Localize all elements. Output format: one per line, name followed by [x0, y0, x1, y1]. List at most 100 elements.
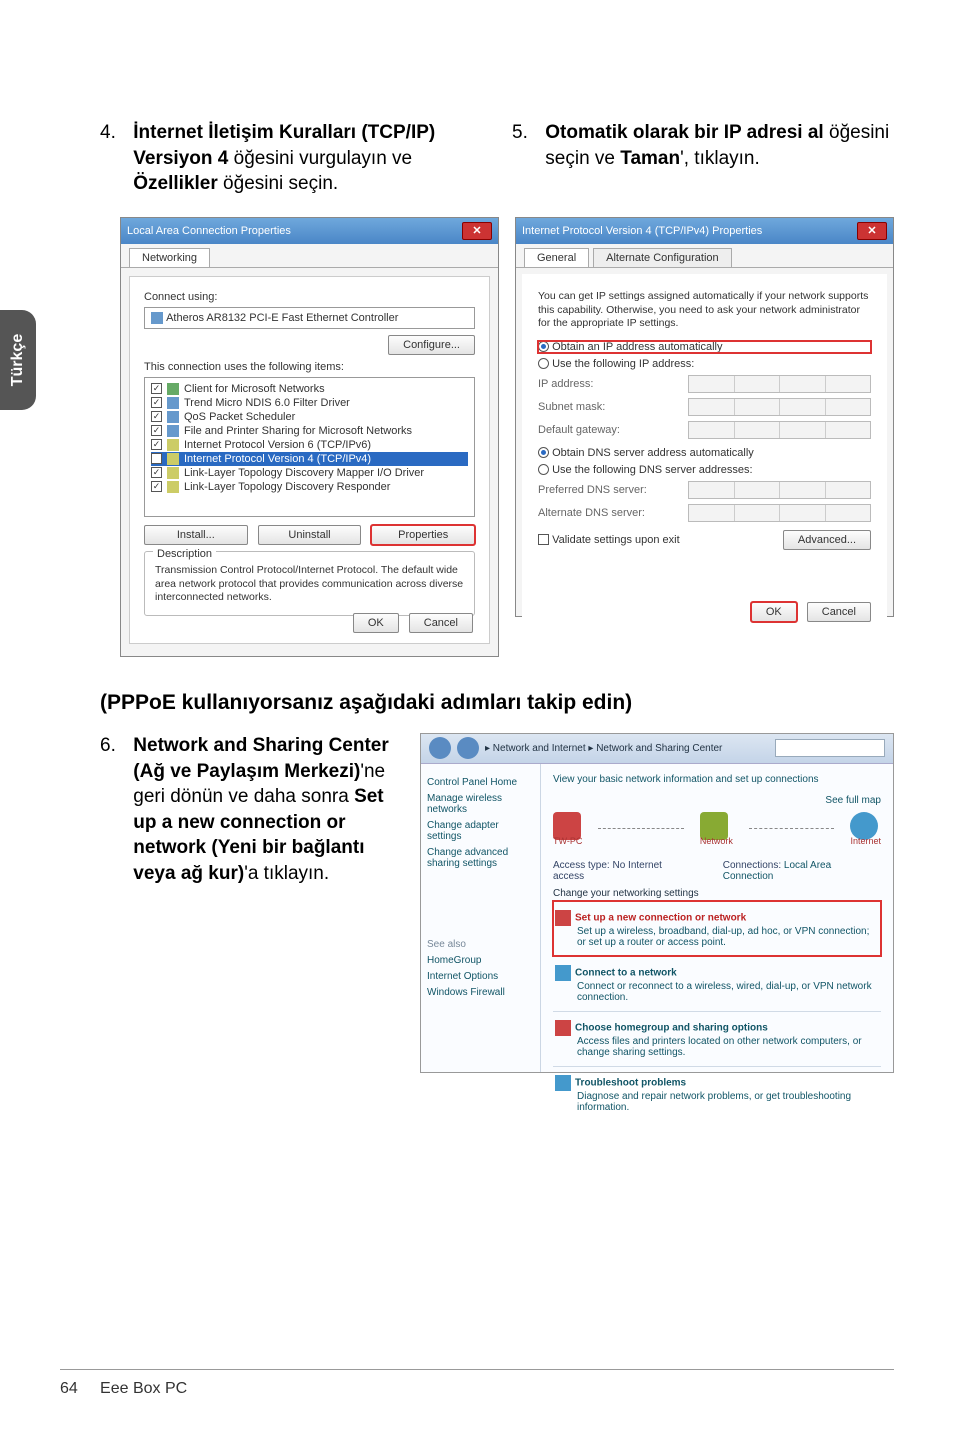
adns-label: Alternate DNS server: [538, 507, 688, 519]
tab-networking[interactable]: Networking [129, 248, 210, 267]
connect-using-label: Connect using: [144, 291, 475, 303]
obtain-ip-auto-row[interactable]: Obtain an IP address automatically [538, 341, 871, 353]
close-icon[interactable]: ✕ [857, 222, 887, 240]
obtain-dns-auto-label: Obtain DNS server address automatically [552, 447, 754, 459]
use-ip-row[interactable]: Use the following IP address: [538, 358, 871, 370]
checkbox-icon[interactable]: ✓ [151, 425, 162, 436]
dlg2-title: Internet Protocol Version 4 (TCP/IPv4) P… [522, 225, 762, 237]
sidebar-item[interactable]: Change adapter settings [427, 820, 534, 842]
tab-alternate[interactable]: Alternate Configuration [593, 248, 732, 267]
cancel-button[interactable]: Cancel [807, 602, 871, 622]
list-item: ✓Trend Micro NDIS 6.0 Filter Driver [151, 396, 468, 410]
step-4-number: 4. [100, 120, 128, 146]
list-item: ✓Client for Microsoft Networks [151, 382, 468, 396]
troubleshoot-title: Troubleshoot problems [575, 1078, 686, 1089]
dlg1-tabs: Networking [121, 244, 498, 268]
sidebar-item[interactable]: Internet Options [427, 971, 534, 982]
checkbox-icon[interactable]: ✓ [151, 397, 162, 408]
connect-title: Connect to a network [575, 968, 677, 979]
fileshare-icon [167, 425, 179, 437]
step-5-bold-2: Taman [620, 148, 680, 169]
lan-properties-dialog: Local Area Connection Properties ✕ Netwo… [120, 217, 499, 657]
checkbox-icon[interactable]: ✓ [151, 411, 162, 422]
lltd-mapper-icon [167, 467, 179, 479]
step-6-text-2: 'a tıklayın. [244, 863, 329, 884]
description-text: Transmission Control Protocol/Internet P… [155, 564, 464, 605]
sidebar-item[interactable]: Control Panel Home [427, 777, 534, 788]
qos-icon [167, 411, 179, 423]
ok-button[interactable]: OK [751, 602, 797, 622]
dlg1-title: Local Area Connection Properties [127, 225, 291, 237]
checkbox-icon[interactable]: ✓ [151, 467, 162, 478]
step-4: 4. İnternet İletişim Kuralları (TCP/IP) … [100, 120, 482, 197]
setup-new-connection-block[interactable]: Set up a new connection or network Set u… [553, 901, 881, 956]
breadcrumb[interactable]: ▸ Network and Internet ▸ Network and Sha… [485, 743, 769, 754]
checkbox-icon[interactable]: ✓ [151, 383, 162, 394]
uninstall-button[interactable]: Uninstall [258, 525, 362, 545]
list-item: ✓Link-Layer Topology Discovery Responder [151, 480, 468, 494]
obtain-dns-auto-row[interactable]: Obtain DNS server address automatically [538, 447, 871, 459]
radio-icon[interactable] [538, 341, 549, 352]
properties-button[interactable]: Properties [371, 525, 475, 545]
cancel-button[interactable]: Cancel [409, 613, 473, 633]
access-type-label: Access type: [553, 860, 610, 871]
page-footer: 64 Eee Box PC [60, 1369, 894, 1398]
use-dns-row[interactable]: Use the following DNS server addresses: [538, 464, 871, 476]
advanced-button[interactable]: Advanced... [783, 530, 871, 550]
ipv6-icon [167, 439, 179, 451]
network-map: TW-PC Network Internet [553, 812, 881, 846]
dlg1-titlebar: Local Area Connection Properties ✕ [121, 218, 498, 244]
connect-network-block[interactable]: Connect to a network Connect or reconnec… [553, 956, 881, 1011]
ok-button[interactable]: OK [353, 613, 399, 633]
homegroup-block[interactable]: Choose homegroup and sharing options Acc… [553, 1011, 881, 1066]
description-group: Description Transmission Control Protoco… [144, 551, 475, 616]
checkbox-icon[interactable]: ✓ [151, 481, 162, 492]
ip-input [688, 375, 871, 393]
nic-icon [151, 312, 163, 324]
ipv4-blurb: You can get IP settings assigned automat… [538, 290, 871, 331]
lltd-responder-icon [167, 481, 179, 493]
description-head: Description [153, 548, 216, 560]
forward-icon[interactable] [457, 737, 479, 759]
list-item: ✓Link-Layer Topology Discovery Mapper I/… [151, 466, 468, 480]
checkbox-icon[interactable]: ✓ [151, 453, 162, 464]
radio-icon[interactable] [538, 447, 549, 458]
uses-items-label: This connection uses the following items… [144, 361, 475, 373]
tab-general[interactable]: General [524, 248, 589, 267]
step-5-number: 5. [512, 120, 540, 146]
nsc-main: View your basic network information and … [541, 764, 893, 1072]
adns-input [688, 504, 871, 522]
search-input[interactable] [775, 739, 885, 757]
ipv4-icon [167, 453, 179, 465]
troubleshoot-desc: Diagnose and repair network problems, or… [577, 1091, 879, 1113]
install-button[interactable]: Install... [144, 525, 248, 545]
driver-icon [167, 397, 179, 409]
checkbox-icon[interactable]: ✓ [151, 439, 162, 450]
homegroup-desc: Access files and printers located on oth… [577, 1036, 879, 1058]
items-listbox[interactable]: ✓Client for Microsoft Networks ✓Trend Mi… [144, 377, 475, 517]
connect-icon [555, 965, 571, 981]
troubleshoot-block[interactable]: Troubleshoot problems Diagnose and repai… [553, 1066, 881, 1121]
configure-button[interactable]: Configure... [388, 335, 475, 355]
sidebar-item[interactable]: Change advanced sharing settings [427, 847, 534, 869]
sidebar-item[interactable]: HomeGroup [427, 955, 534, 966]
back-icon[interactable] [429, 737, 451, 759]
homegroup-title: Choose homegroup and sharing options [575, 1023, 768, 1034]
validate-checkbox[interactable] [538, 534, 549, 545]
sidebar-seealso: See also [427, 939, 534, 950]
see-full-map-link[interactable]: See full map [825, 795, 881, 806]
radio-icon[interactable] [538, 464, 549, 475]
list-item-selected: ✓Internet Protocol Version 4 (TCP/IPv4) [151, 452, 468, 466]
sidebar-item[interactable]: Windows Firewall [427, 987, 534, 998]
radio-icon[interactable] [538, 358, 549, 369]
list-item: ✓QoS Packet Scheduler [151, 410, 468, 424]
close-icon[interactable]: ✕ [462, 222, 492, 240]
pppoe-heading: (PPPoE kullanıyorsanız aşağıdaki adımlar… [100, 691, 894, 715]
sidebar-item[interactable]: Manage wireless networks [427, 793, 534, 815]
use-dns-label: Use the following DNS server addresses: [552, 464, 753, 476]
step-6: 6. Network and Sharing Center (Ağ ve Pay… [100, 733, 400, 1073]
page-number: 64 [60, 1380, 78, 1397]
troubleshoot-icon [555, 1075, 571, 1091]
change-settings-head: Change your networking settings [553, 888, 881, 899]
pdns-label: Preferred DNS server: [538, 484, 688, 496]
